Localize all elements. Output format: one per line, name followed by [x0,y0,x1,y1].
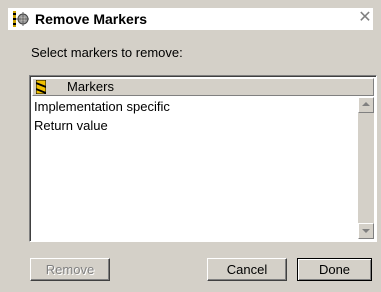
title-bar[interactable]: Remove Markers ✕ [8,8,373,30]
markers-listbox[interactable]: Markers Implementation specific Return v… [29,75,377,242]
scroll-up-button[interactable] [358,97,374,113]
vertical-scrollbar[interactable] [358,97,374,239]
list-item[interactable]: Implementation specific [32,97,356,116]
instruction-label: Select markers to remove: [31,45,183,60]
arrow-down-icon [362,229,370,233]
done-button[interactable]: Done [297,258,372,281]
cancel-button[interactable]: Cancel [207,258,287,281]
list-rows: Implementation specific Return value [32,97,356,135]
arrow-up-icon [362,102,370,106]
markers-app-icon [13,11,29,27]
close-icon[interactable]: ✕ [357,10,373,26]
list-header[interactable]: Markers [32,78,374,96]
list-header-label: Markers [67,79,114,94]
remove-button[interactable]: Remove [30,258,110,281]
marker-tag-icon [35,79,47,95]
scroll-down-button[interactable] [358,223,374,239]
window-title: Remove Markers [35,11,148,27]
list-item[interactable]: Return value [32,116,356,135]
